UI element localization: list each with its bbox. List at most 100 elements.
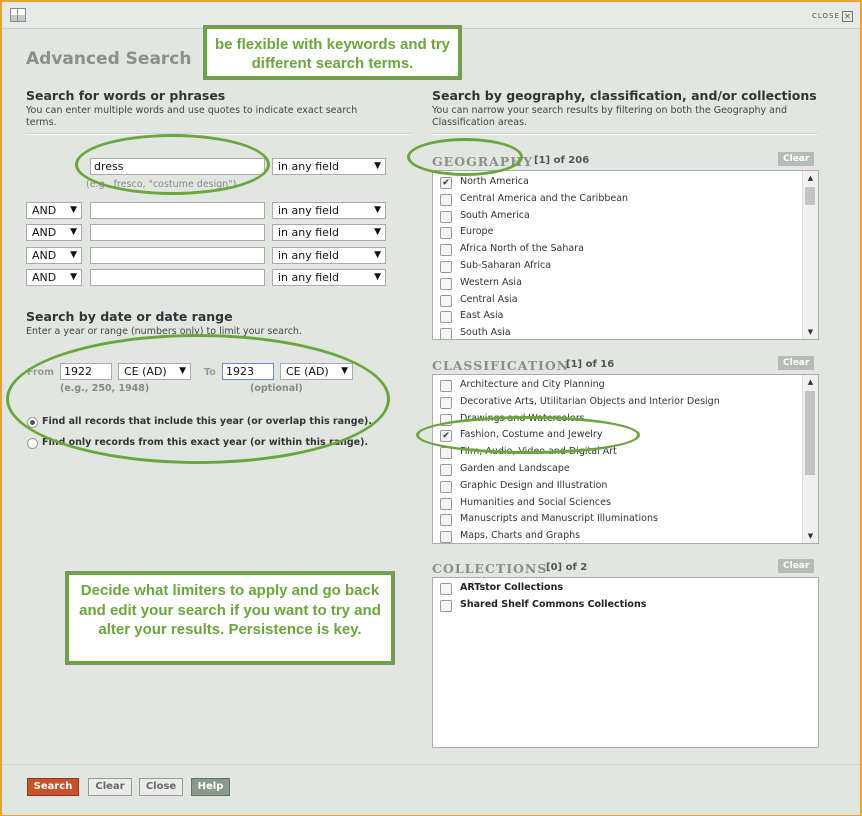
geography-option-label[interactable]: Central America and the Caribbean (460, 193, 628, 204)
classification-list[interactable]: ▲ ▼ Architecture and City Planning Decora… (432, 374, 819, 544)
scroll-thumb[interactable] (805, 391, 815, 475)
close-icon[interactable]: ✕ (842, 11, 853, 22)
scroll-down-icon[interactable]: ▼ (803, 325, 818, 339)
from-hint: (e.g., 250, 1948) (60, 383, 150, 394)
checkbox[interactable] (440, 413, 452, 426)
date-description: Enter a year or range (numbers only) to … (26, 326, 302, 337)
checkbox[interactable] (440, 311, 452, 324)
geography-scrollbar[interactable]: ▲ ▼ (802, 171, 818, 339)
classification-option-label[interactable]: Manuscripts and Manuscript Illuminations (460, 513, 658, 524)
classification-option-label[interactable]: Fashion, Costume and Jewelry (460, 429, 602, 440)
radio-overlap-label[interactable]: Find all records that include this year … (42, 416, 372, 427)
keyword-input[interactable] (90, 269, 265, 286)
boolean-operator-select[interactable]: AND ▼ (26, 224, 82, 241)
classification-option-label[interactable]: Garden and Landscape (460, 463, 570, 474)
keyword-input[interactable] (90, 224, 265, 241)
chevron-down-icon: ▼ (70, 205, 77, 215)
collections-heading: Collections (432, 561, 548, 576)
classification-option-label[interactable]: Film, Audio, Video and Digital Art (460, 446, 617, 457)
chevron-down-icon: ▼ (374, 227, 381, 237)
classification-option-label[interactable]: Decorative Arts, Utilitarian Objects and… (460, 396, 720, 407)
checkbox[interactable] (440, 514, 452, 527)
geography-option-label[interactable]: South Asia (460, 327, 511, 338)
field-select-value: in any field (278, 226, 339, 239)
checkbox[interactable] (440, 244, 452, 257)
field-select[interactable]: in any field ▼ (272, 224, 386, 241)
geography-option-label[interactable]: Central Asia (460, 294, 518, 305)
field-select-value: in any field (278, 204, 339, 217)
to-hint: (optional) (250, 383, 303, 394)
scroll-up-icon[interactable]: ▲ (803, 375, 818, 389)
geography-option-label[interactable]: Western Asia (460, 277, 522, 288)
checkbox[interactable] (440, 497, 452, 510)
from-era-select[interactable]: CE (AD) ▼ (118, 363, 191, 380)
radio-exact-label[interactable]: Find only records from this exact year (… (42, 437, 368, 448)
checkbox[interactable] (440, 531, 452, 543)
scroll-thumb[interactable] (805, 187, 815, 205)
field-select[interactable]: in any field ▼ (272, 269, 386, 286)
keyword-input[interactable] (90, 202, 265, 219)
search-button[interactable]: Search (27, 778, 79, 796)
checkbox[interactable]: ✔ (440, 177, 452, 189)
collections-option-label[interactable]: Shared Shelf Commons Collections (460, 599, 646, 610)
close-button[interactable]: Close (139, 778, 183, 796)
checkbox[interactable] (440, 227, 452, 240)
classification-option-label[interactable]: Humanities and Social Sciences (460, 497, 611, 508)
geography-option-label[interactable]: Africa North of the Sahara (460, 243, 584, 254)
classification-option-label[interactable]: Drawings and Watercolors (460, 413, 585, 424)
geography-option-label[interactable]: East Asia (460, 310, 503, 321)
words-description: You can enter multiple words and use quo… (26, 105, 358, 128)
operator-value: AND (32, 204, 57, 217)
checkbox[interactable] (440, 193, 452, 206)
checkbox[interactable]: ✔ (440, 430, 452, 443)
help-button[interactable]: Help (191, 778, 230, 796)
geography-option-label[interactable]: South America (460, 210, 530, 221)
to-era-select[interactable]: CE (AD) ▼ (280, 363, 353, 380)
checkbox[interactable] (440, 380, 452, 392)
scroll-up-icon[interactable]: ▲ (803, 171, 818, 185)
classification-option-label[interactable]: Graphic Design and Illustration (460, 480, 607, 491)
field-select[interactable]: in any field ▼ (272, 202, 386, 219)
collections-clear-button[interactable]: Clear (778, 559, 815, 573)
geography-option-label[interactable]: North America (460, 176, 529, 187)
clear-button[interactable]: Clear (88, 778, 132, 796)
classification-clear-button[interactable]: Clear (778, 356, 815, 370)
radio-overlap[interactable] (27, 417, 38, 428)
checkbox[interactable] (440, 583, 452, 595)
geography-option-label[interactable]: Europe (460, 226, 493, 237)
field-select-1[interactable]: in any field ▼ (272, 158, 386, 175)
checkbox[interactable] (440, 294, 452, 307)
checkbox[interactable] (440, 210, 452, 223)
field-select[interactable]: in any field ▼ (272, 247, 386, 264)
collections-option-label[interactable]: ARTstor Collections (460, 582, 563, 593)
checkbox[interactable] (440, 328, 452, 339)
checkbox[interactable] (440, 396, 452, 409)
keyword-input-1[interactable] (90, 158, 265, 175)
collections-list[interactable]: ARTstor Collections Shared Shelf Commons … (432, 577, 819, 748)
dialog-titlebar (2, 2, 860, 29)
classification-heading: Classification (432, 358, 570, 373)
checkbox[interactable] (440, 261, 452, 273)
classification-option-label[interactable]: Architecture and City Planning (460, 379, 605, 390)
geography-option-label[interactable]: Sub-Saharan Africa (460, 260, 551, 271)
from-year-input[interactable] (60, 363, 112, 380)
scroll-down-icon[interactable]: ▼ (803, 529, 818, 543)
checkbox[interactable] (440, 480, 452, 493)
classification-scrollbar[interactable]: ▲ ▼ (802, 375, 818, 543)
checkbox[interactable] (440, 464, 452, 476)
checkbox[interactable] (440, 447, 452, 460)
boolean-operator-select[interactable]: AND ▼ (26, 247, 82, 264)
boolean-operator-select[interactable]: AND ▼ (26, 269, 82, 286)
keyword-input[interactable] (90, 247, 265, 264)
classification-option-label[interactable]: Maps, Charts and Graphs (460, 530, 580, 541)
boolean-operator-select[interactable]: AND ▼ (26, 202, 82, 219)
chevron-down-icon: ▼ (374, 272, 381, 282)
checkbox[interactable] (440, 600, 452, 612)
checkbox[interactable] (440, 277, 452, 290)
radio-exact[interactable] (27, 438, 38, 449)
close-label[interactable]: CLOSE (812, 12, 840, 20)
geography-list[interactable]: ▲ ▼ ✔ North America Central America and th… (432, 170, 819, 340)
to-year-input[interactable] (222, 363, 274, 380)
geography-clear-button[interactable]: Clear (778, 152, 815, 166)
to-era-value: CE (AD) (286, 365, 329, 378)
